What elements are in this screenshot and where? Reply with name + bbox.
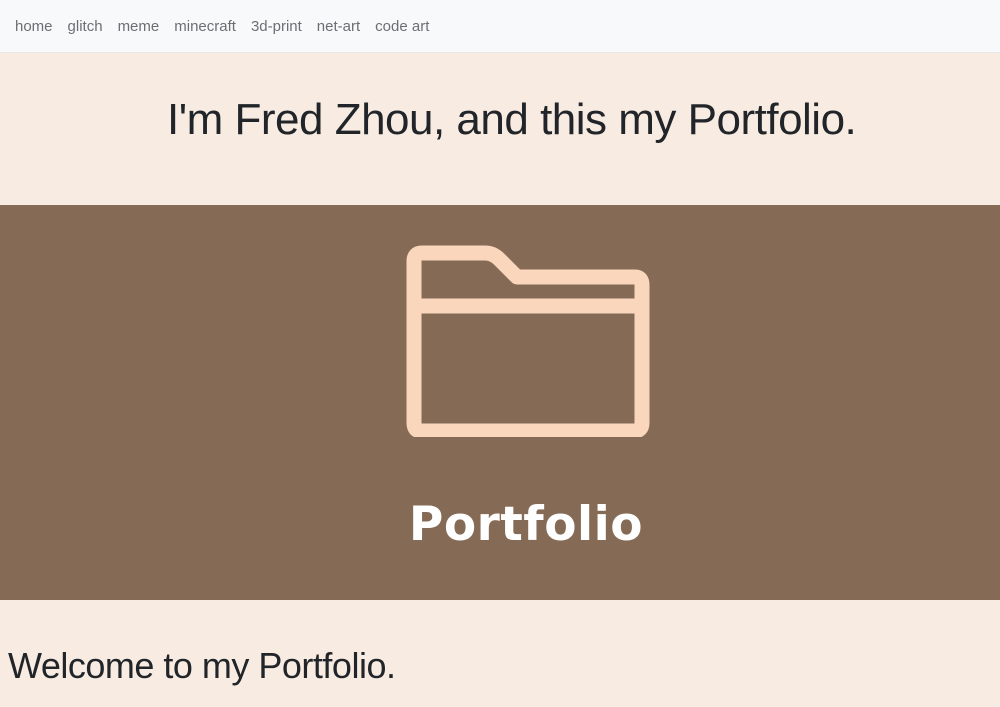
nav-link-home[interactable]: home <box>15 18 53 35</box>
banner-label: Portfolio <box>408 497 644 552</box>
folder-icon <box>406 245 650 437</box>
nav-link-minecraft[interactable]: minecraft <box>174 18 236 35</box>
nav-link-glitch[interactable]: glitch <box>68 18 103 35</box>
welcome-heading: Welcome to my Portfolio. <box>8 645 396 686</box>
top-navbar: home glitch meme minecraft 3d-print net-… <box>0 0 1000 53</box>
nav-link-code-art[interactable]: code art <box>375 18 429 35</box>
nav-link-3d-print[interactable]: 3d-print <box>251 18 302 35</box>
nav-link-net-art[interactable]: net-art <box>317 18 360 35</box>
nav-link-meme[interactable]: meme <box>118 18 160 35</box>
page-title: I'm Fred Zhou, and this my Portfolio. <box>167 95 857 144</box>
